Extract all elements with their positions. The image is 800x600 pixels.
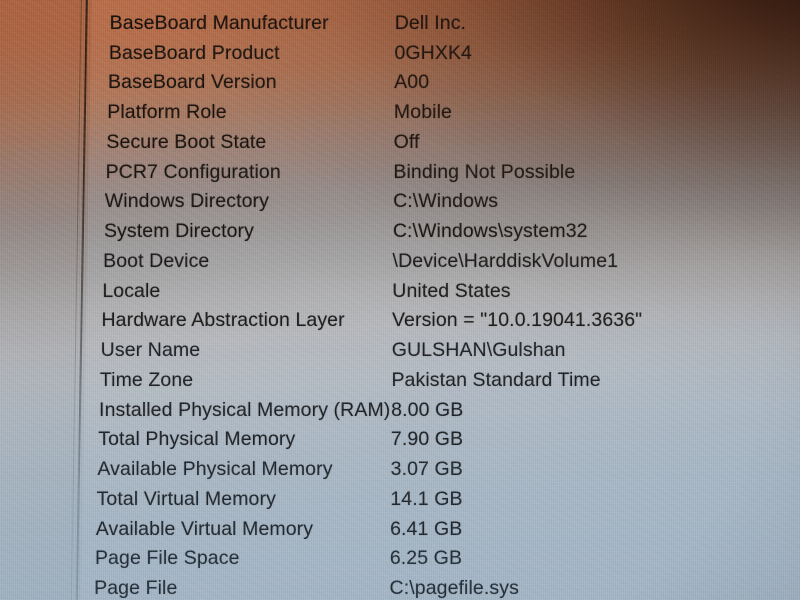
property-value: Mobile bbox=[393, 101, 452, 123]
property-item-label: BaseBoard Version bbox=[108, 71, 277, 94]
table-row[interactable]: Page File Space 6.25 GB bbox=[0, 545, 800, 575]
property-value: 6.41 GB bbox=[390, 517, 463, 540]
property-value: Binding Not Possible bbox=[393, 160, 576, 183]
table-row[interactable]: Available Physical Memory 3.07 GB bbox=[0, 456, 800, 486]
property-value: United States bbox=[392, 279, 511, 302]
table-row[interactable]: Available Virtual Memory 6.41 GB bbox=[0, 516, 800, 546]
property-value: Pakistan Standard Time bbox=[391, 368, 601, 391]
property-item-label: Available Virtual Memory bbox=[95, 517, 314, 540]
table-row[interactable]: Windows Directory C:\Windows bbox=[0, 188, 800, 218]
property-value: Version = "10.0.19041.3636" bbox=[392, 309, 643, 332]
table-row[interactable]: UEFI bbox=[0, 0, 800, 10]
property-item-label: System Directory bbox=[103, 220, 254, 242]
property-value: A00 bbox=[394, 71, 430, 94]
property-item-label: Time Zone bbox=[99, 368, 194, 391]
table-row[interactable]: Total Virtual Memory 14.1 GB bbox=[0, 486, 800, 516]
property-item-label: Windows Directory bbox=[104, 190, 269, 213]
property-value: 6.25 GB bbox=[389, 547, 463, 570]
table-row[interactable]: Locale United States bbox=[0, 278, 800, 308]
property-item-label: Page File Space bbox=[94, 547, 240, 570]
property-value: 14.1 GB bbox=[390, 487, 463, 510]
property-item-label: Available Physical Memory bbox=[97, 458, 333, 480]
table-row[interactable]: PCR7 Configuration Binding Not Possible bbox=[0, 159, 800, 189]
property-value: 7.90 GB bbox=[390, 428, 464, 451]
property-item-label: Total Physical Memory bbox=[98, 428, 296, 451]
table-row[interactable]: Total Physical Memory 7.90 GB bbox=[0, 426, 800, 456]
table-row[interactable]: User Name GULSHAN\Gulshan bbox=[0, 337, 800, 367]
table-row[interactable]: Hardware Abstraction Layer Version = "10.… bbox=[0, 307, 800, 337]
property-value: \Device\HarddiskVolume1 bbox=[392, 249, 619, 272]
property-item-label: Secure Boot State bbox=[106, 130, 267, 153]
table-row[interactable]: BaseBoard Product 0GHXK4 bbox=[0, 40, 800, 70]
property-item-label: Platform Role bbox=[107, 101, 227, 123]
property-value: 0GHXK4 bbox=[394, 41, 472, 64]
property-item-label: Total Virtual Memory bbox=[96, 487, 276, 510]
table-row[interactable]: Page File C:\pagefile.sys bbox=[0, 575, 800, 600]
table-row[interactable]: Time Zone Pakistan Standard Time bbox=[0, 367, 800, 397]
property-item-label: PCR7 Configuration bbox=[105, 160, 281, 183]
property-value: C:\pagefile.sys bbox=[389, 577, 519, 599]
property-value: C:\Windows bbox=[393, 190, 499, 213]
property-item-label: Page File bbox=[94, 577, 178, 599]
property-value: C:\Windows\system32 bbox=[392, 220, 588, 242]
photo-of-screen: UEFIBaseBoard ManufacturerDell Inc.BaseB… bbox=[0, 0, 800, 600]
table-row[interactable]: Installed Physical Memory (RAM) 8.00 GB bbox=[0, 397, 800, 427]
property-item-label: Boot Device bbox=[103, 249, 210, 272]
property-value: 8.00 GB bbox=[391, 398, 464, 421]
property-value: Off bbox=[393, 130, 420, 153]
property-item-label: BaseBoard Product bbox=[108, 41, 280, 64]
table-row[interactable]: System Directory C:\Windows\system32 bbox=[0, 218, 800, 248]
table-row[interactable]: Platform Role Mobile bbox=[0, 99, 800, 129]
table-row[interactable]: BaseBoard Version A00 bbox=[0, 69, 800, 99]
property-item-label: User Name bbox=[100, 339, 201, 361]
property-value: 3.07 GB bbox=[390, 458, 463, 480]
property-value: GULSHAN\Gulshan bbox=[391, 339, 566, 361]
property-item-label: Installed Physical Memory (RAM) bbox=[99, 398, 391, 421]
property-value: UEFI bbox=[395, 0, 440, 6]
property-item-label: Locale bbox=[102, 279, 161, 302]
table-row[interactable]: Boot Device \Device\HarddiskVolume1 bbox=[0, 248, 800, 278]
table-row[interactable]: Secure Boot State Off bbox=[0, 129, 800, 159]
table-row[interactable]: BaseBoard Manufacturer Dell Inc. bbox=[0, 10, 800, 40]
property-item-label: Hardware Abstraction Layer bbox=[101, 309, 345, 332]
property-item-label: BaseBoard Manufacturer bbox=[109, 11, 329, 34]
property-value: Dell Inc. bbox=[394, 11, 467, 34]
system-information-properties-table[interactable]: UEFIBaseBoard ManufacturerDell Inc.BaseB… bbox=[0, 0, 800, 600]
